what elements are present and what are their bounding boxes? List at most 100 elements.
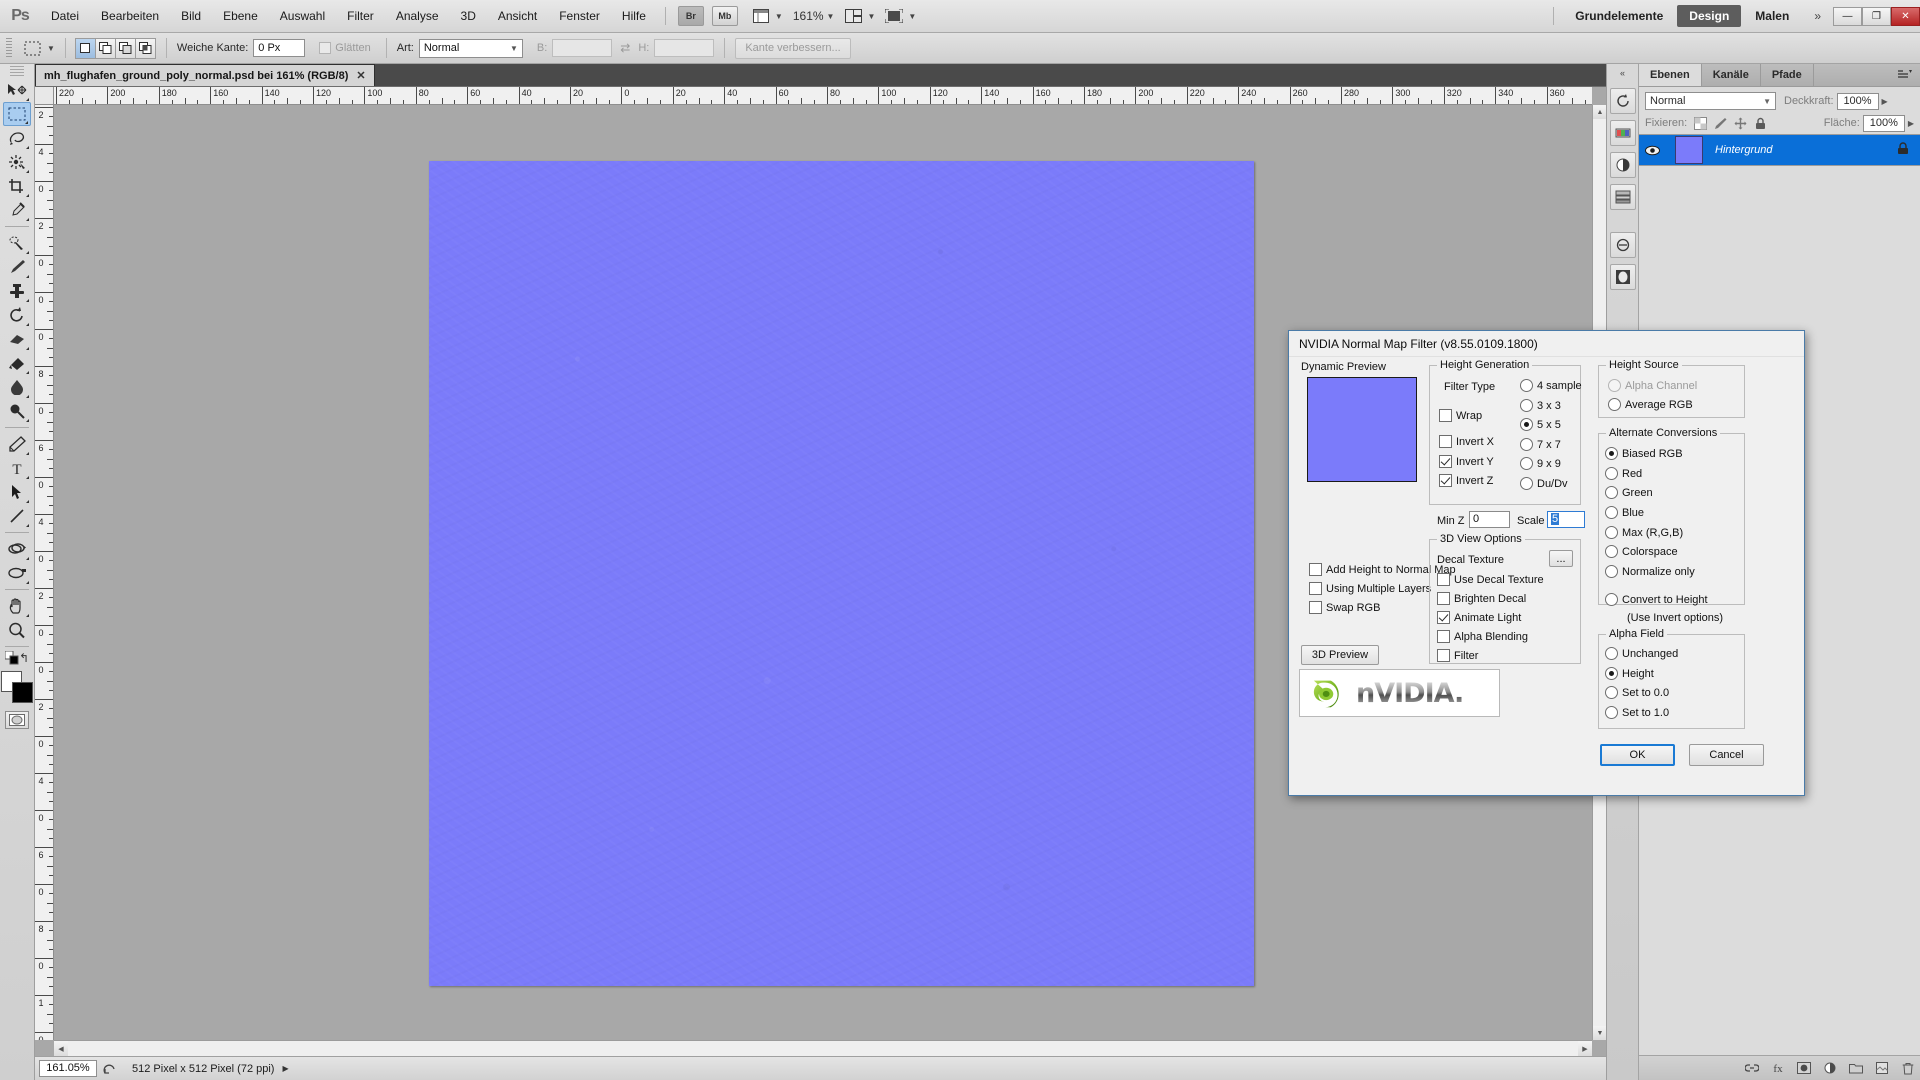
style-select[interactable]: Normal ▼ (418, 38, 523, 58)
radio-green[interactable]: Green (1605, 486, 1653, 499)
scale-input[interactable]: 5 (1547, 511, 1585, 528)
tool-type[interactable]: T (3, 456, 31, 480)
lock-transparent-pixels-icon[interactable] (1693, 116, 1708, 131)
current-tool-icon[interactable] (20, 37, 44, 59)
tool-3d-object-rotate[interactable] (3, 537, 31, 561)
radio-filter-4-sample[interactable]: 4 sample (1520, 379, 1582, 392)
window-close-button[interactable]: ✕ (1891, 6, 1920, 26)
new-group-icon[interactable] (1849, 1061, 1863, 1075)
tool-clone-stamp[interactable] (3, 279, 31, 303)
menu-datei[interactable]: Datei (40, 0, 90, 33)
scroll-left-icon[interactable]: ◀ (54, 1041, 68, 1056)
arrange-chevron-down-icon[interactable]: ▼ (867, 12, 875, 21)
radio-biased-rgb[interactable]: Biased RGB (1605, 447, 1683, 460)
width-input[interactable] (552, 39, 613, 57)
refine-edge-button[interactable]: Kante verbessern... (735, 37, 851, 59)
tool-blur[interactable] (3, 375, 31, 399)
lock-all-icon[interactable] (1753, 116, 1768, 131)
new-selection-button[interactable] (74, 37, 96, 59)
scroll-right-icon[interactable]: ▶ (1578, 1041, 1592, 1056)
checkbox-brighten-decal[interactable]: Brighten Decal (1437, 592, 1526, 605)
checkbox-using-multiple-layers[interactable]: Using Multiple Layers (1309, 582, 1431, 595)
swap-colors-icon[interactable]: ↰ (19, 651, 29, 665)
radio-filter-3x3[interactable]: 3 x 3 (1520, 399, 1561, 412)
tool-pen[interactable] (3, 432, 31, 456)
antialias-checkbox[interactable] (319, 42, 332, 54)
status-menu-arrow-icon[interactable]: ▶ (282, 1064, 288, 1073)
radio-average-rgb[interactable]: Average RGB (1608, 398, 1693, 411)
height-input[interactable] (654, 39, 715, 57)
menu-filter[interactable]: Filter (336, 0, 385, 33)
tab-kanaele[interactable]: Kanäle (1702, 64, 1761, 86)
opacity-slider-arrow-icon[interactable]: ▶ (1882, 97, 1888, 106)
cancel-button[interactable]: Cancel (1689, 744, 1764, 766)
radio-max-rgb[interactable]: Max (R,G,B) (1605, 526, 1683, 539)
tool-eyedropper[interactable] (3, 198, 31, 222)
menu-bild[interactable]: Bild (170, 0, 212, 33)
checkbox-animate-light[interactable]: Animate Light (1437, 611, 1521, 624)
min-z-input[interactable]: 0 (1469, 511, 1510, 528)
layer-style-icon[interactable]: fx (1771, 1061, 1785, 1075)
screen-mode-chevron-down-icon[interactable]: ▼ (908, 12, 916, 21)
workspace-more-icon[interactable]: » (1814, 9, 1821, 23)
quick-mask-toggle[interactable] (5, 711, 29, 729)
view-extras-icon[interactable] (750, 7, 772, 25)
tool-move[interactable] (3, 78, 31, 102)
feather-input[interactable]: 0 Px (253, 39, 306, 57)
tool-dodge[interactable] (3, 399, 31, 423)
menu-auswahl[interactable]: Auswahl (269, 0, 336, 33)
tool-zoom[interactable] (3, 618, 31, 642)
document-canvas[interactable] (429, 161, 1254, 986)
horizontal-ruler[interactable]: 220 200 180 160 140 120 100 80 60 40 20 0 20 40 60 80 10… (54, 87, 1592, 105)
styles-panel-icon[interactable] (1609, 184, 1636, 210)
radio-alpha-unchanged[interactable]: Unchanged (1605, 647, 1678, 660)
checkbox-swap-rgb[interactable]: Swap RGB (1309, 601, 1380, 614)
blend-mode-select[interactable]: Normal ▼ (1645, 92, 1776, 110)
mini-bridge-button[interactable]: Mb (711, 6, 738, 26)
delete-layer-icon[interactable] (1901, 1061, 1915, 1075)
checkbox-invert-y[interactable]: Invert Y (1439, 455, 1494, 468)
radio-alpha-set-1[interactable]: Set to 1.0 (1605, 706, 1669, 719)
arrange-documents-icon[interactable] (842, 7, 864, 25)
tool-history-brush[interactable] (3, 303, 31, 327)
menu-fenster[interactable]: Fenster (548, 0, 611, 33)
checkbox-invert-z[interactable]: Invert Z (1439, 474, 1493, 487)
scroll-up-icon[interactable]: ▲ (1593, 105, 1607, 119)
swap-dimensions-icon[interactable]: ⇄ (620, 41, 630, 55)
tool-3d-camera-rotate[interactable] (3, 561, 31, 585)
status-zoom-input[interactable]: 161.05% (39, 1060, 97, 1077)
workspace-grundelemente[interactable]: Grundelemente (1563, 5, 1675, 27)
tab-pfade[interactable]: Pfade (1761, 64, 1814, 86)
layer-list-item-hintergrund[interactable]: Hintergrund (1639, 134, 1920, 166)
options-bar-grip[interactable] (6, 38, 12, 58)
tool-rectangular-marquee[interactable] (3, 102, 31, 126)
radio-filter-5x5[interactable]: 5 x 5 (1520, 418, 1561, 431)
dynamic-preview-box[interactable] (1307, 377, 1417, 482)
subtract-from-selection-button[interactable] (114, 37, 136, 59)
scroll-down-icon[interactable]: ▼ (1593, 1026, 1607, 1040)
window-minimize-button[interactable]: — (1833, 6, 1862, 26)
adjustments-panel-icon[interactable] (1609, 152, 1636, 178)
screen-mode-icon[interactable] (883, 7, 905, 25)
add-to-selection-button[interactable] (94, 37, 116, 59)
radio-normalize-only[interactable]: Normalize only (1605, 565, 1695, 578)
masks-panel-icon[interactable] (1609, 264, 1636, 290)
tool-hand[interactable] (3, 594, 31, 618)
checkbox-alpha-blending[interactable]: Alpha Blending (1437, 630, 1528, 643)
tools-panel-grip[interactable] (10, 66, 24, 76)
document-info-icon[interactable] (100, 1060, 118, 1077)
zoom-chevron-down-icon[interactable]: ▼ (827, 12, 835, 21)
radio-filter-dudv[interactable]: Du/Dv (1520, 477, 1568, 490)
expand-panels-icon[interactable]: « (1607, 64, 1638, 82)
radio-filter-9x9[interactable]: 9 x 9 (1520, 457, 1561, 470)
menu-ansicht[interactable]: Ansicht (487, 0, 548, 33)
layer-visibility-eye-icon[interactable] (1644, 142, 1661, 159)
menu-analyse[interactable]: Analyse (385, 0, 450, 33)
tool-lasso[interactable] (3, 126, 31, 150)
canvas-horizontal-scrollbar[interactable]: ◀ ▶ (54, 1040, 1592, 1056)
layer-mask-icon[interactable] (1797, 1061, 1811, 1075)
link-layers-icon[interactable] (1745, 1061, 1759, 1075)
radio-colorspace[interactable]: Colorspace (1605, 545, 1678, 558)
opacity-input[interactable]: 100% (1836, 92, 1879, 110)
paths-panel-icon[interactable] (1609, 232, 1636, 258)
